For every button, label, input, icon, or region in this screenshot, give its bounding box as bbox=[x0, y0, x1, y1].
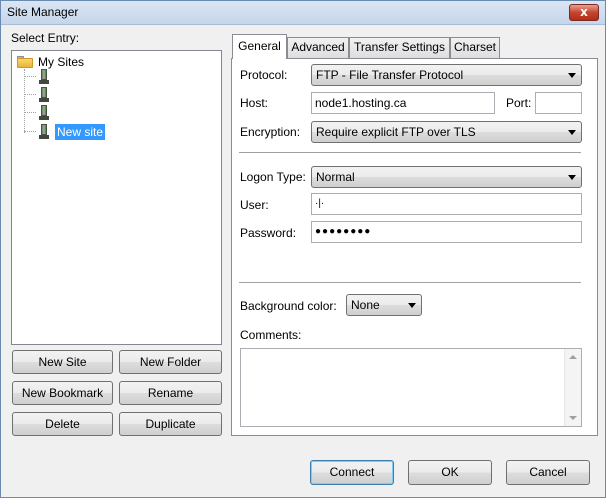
tree-site-item[interactable] bbox=[39, 87, 189, 103]
window-title: Site Manager bbox=[7, 5, 79, 19]
tree-connector bbox=[24, 131, 36, 132]
ok-button[interactable]: OK bbox=[408, 460, 492, 485]
encryption-select[interactable]: Require explicit FTP over TLS bbox=[311, 121, 582, 143]
tab-transfer-settings[interactable]: Transfer Settings bbox=[349, 37, 450, 58]
tree-connector bbox=[24, 76, 36, 77]
tab-general[interactable]: General bbox=[232, 34, 287, 59]
site-manager-window: Site Manager x Select Entry: My Sites Ne… bbox=[0, 0, 606, 498]
connect-button[interactable]: Connect bbox=[310, 460, 394, 485]
folder-icon bbox=[17, 56, 33, 68]
tree-root-my-sites[interactable]: My Sites bbox=[17, 54, 137, 70]
comments-label: Comments: bbox=[240, 328, 302, 342]
encryption-value: Require explicit FTP over TLS bbox=[316, 125, 476, 139]
logon-type-label: Logon Type: bbox=[240, 170, 306, 184]
logon-type-select[interactable]: Normal bbox=[311, 166, 582, 188]
scroll-up-icon[interactable] bbox=[569, 355, 577, 359]
select-entry-label: Select Entry: bbox=[11, 31, 80, 45]
tab-charset[interactable]: Charset bbox=[450, 37, 500, 58]
rename-button[interactable]: Rename bbox=[119, 381, 222, 405]
new-bookmark-button[interactable]: New Bookmark bbox=[12, 381, 113, 405]
duplicate-button[interactable]: Duplicate bbox=[119, 412, 222, 436]
tree-site-item[interactable] bbox=[39, 69, 189, 85]
tree-site-label: New site bbox=[55, 124, 106, 140]
logon-type-value: Normal bbox=[316, 170, 355, 184]
tree-root-label: My Sites bbox=[38, 55, 85, 69]
comments-scrollbar[interactable] bbox=[564, 349, 581, 426]
site-tree[interactable]: My Sites New site bbox=[11, 50, 222, 345]
encryption-label: Encryption: bbox=[240, 125, 301, 139]
tab-advanced[interactable]: Advanced bbox=[287, 37, 349, 58]
tree-site-item[interactable] bbox=[39, 105, 189, 121]
title-bar: Site Manager x bbox=[1, 1, 605, 25]
new-folder-button[interactable]: New Folder bbox=[119, 350, 222, 374]
server-icon bbox=[39, 105, 49, 121]
close-icon: x bbox=[580, 5, 588, 19]
host-input[interactable]: node1.hosting.ca bbox=[311, 92, 495, 114]
server-icon bbox=[39, 124, 49, 140]
tree-connector bbox=[24, 69, 25, 133]
scroll-down-icon[interactable] bbox=[569, 416, 577, 420]
new-site-button[interactable]: New Site bbox=[12, 350, 113, 374]
chevron-down-icon bbox=[568, 175, 576, 180]
protocol-label: Protocol: bbox=[240, 68, 288, 82]
background-color-value: None bbox=[351, 298, 380, 312]
delete-button[interactable]: Delete bbox=[12, 412, 113, 436]
tree-connector bbox=[24, 112, 36, 113]
protocol-select[interactable]: FTP - File Transfer Protocol bbox=[311, 64, 582, 86]
password-input[interactable]: ●●●●●●●● bbox=[311, 221, 582, 243]
server-icon bbox=[39, 87, 49, 103]
chevron-down-icon bbox=[568, 130, 576, 135]
cancel-button[interactable]: Cancel bbox=[506, 460, 590, 485]
host-label: Host: bbox=[240, 96, 269, 110]
port-label: Port: bbox=[506, 96, 532, 110]
separator bbox=[239, 152, 581, 154]
password-label: Password: bbox=[240, 226, 297, 240]
tree-site-item-selected[interactable]: New site bbox=[39, 124, 189, 140]
background-color-select[interactable]: None bbox=[346, 294, 422, 316]
background-color-label: Background color: bbox=[240, 299, 337, 313]
user-label: User: bbox=[240, 198, 269, 212]
separator bbox=[239, 282, 581, 284]
chevron-down-icon bbox=[408, 303, 416, 308]
tree-connector bbox=[24, 94, 36, 95]
port-input[interactable] bbox=[535, 92, 582, 114]
user-input[interactable]: ·|· bbox=[311, 193, 582, 215]
close-button[interactable]: x bbox=[569, 4, 599, 21]
server-icon bbox=[39, 69, 49, 85]
comments-textarea[interactable] bbox=[240, 348, 582, 427]
protocol-value: FTP - File Transfer Protocol bbox=[316, 68, 464, 82]
chevron-down-icon bbox=[568, 73, 576, 78]
